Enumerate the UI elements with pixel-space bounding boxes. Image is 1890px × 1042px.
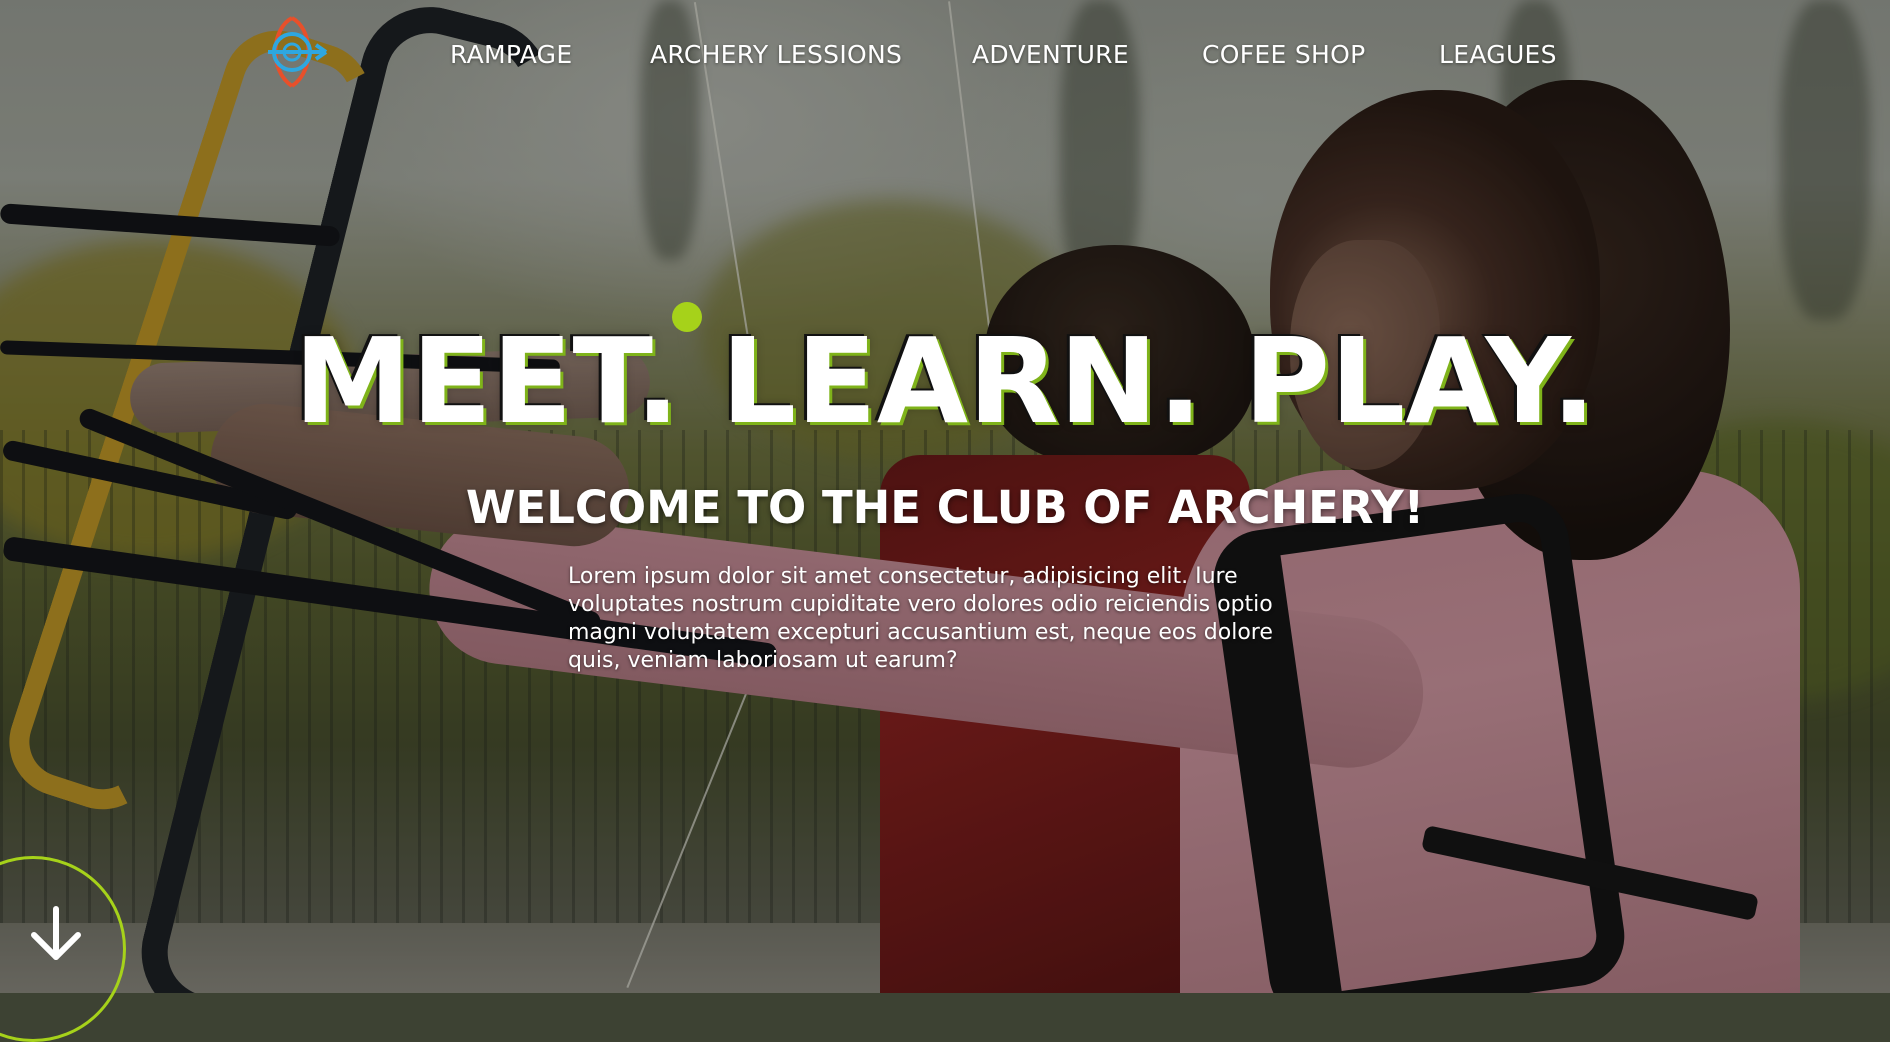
main-navigation: RAMPAGE ARCHERY LESSIONS ADVENTURE COFEE… (0, 0, 1890, 116)
nav-item-adventure[interactable]: ADVENTURE (972, 40, 1129, 69)
hero-headline: MEET. LEARN. PLAY. (293, 312, 1597, 450)
hero-description: Lorem ipsum dolor sit amet consectetur, … (568, 564, 1273, 673)
arrow-down-icon (31, 906, 81, 960)
nav-item-rampage[interactable]: RAMPAGE (450, 40, 572, 69)
nav-item-coffee-shop[interactable]: COFEE SHOP (1202, 40, 1365, 69)
nav-item-leagues[interactable]: LEAGUES (1439, 40, 1557, 69)
nav-item-archery-lessons[interactable]: ARCHERY LESSIONS (650, 40, 902, 69)
hero-subtitle: WELCOME TO THE CLUB OF ARCHERY! (465, 481, 1425, 534)
